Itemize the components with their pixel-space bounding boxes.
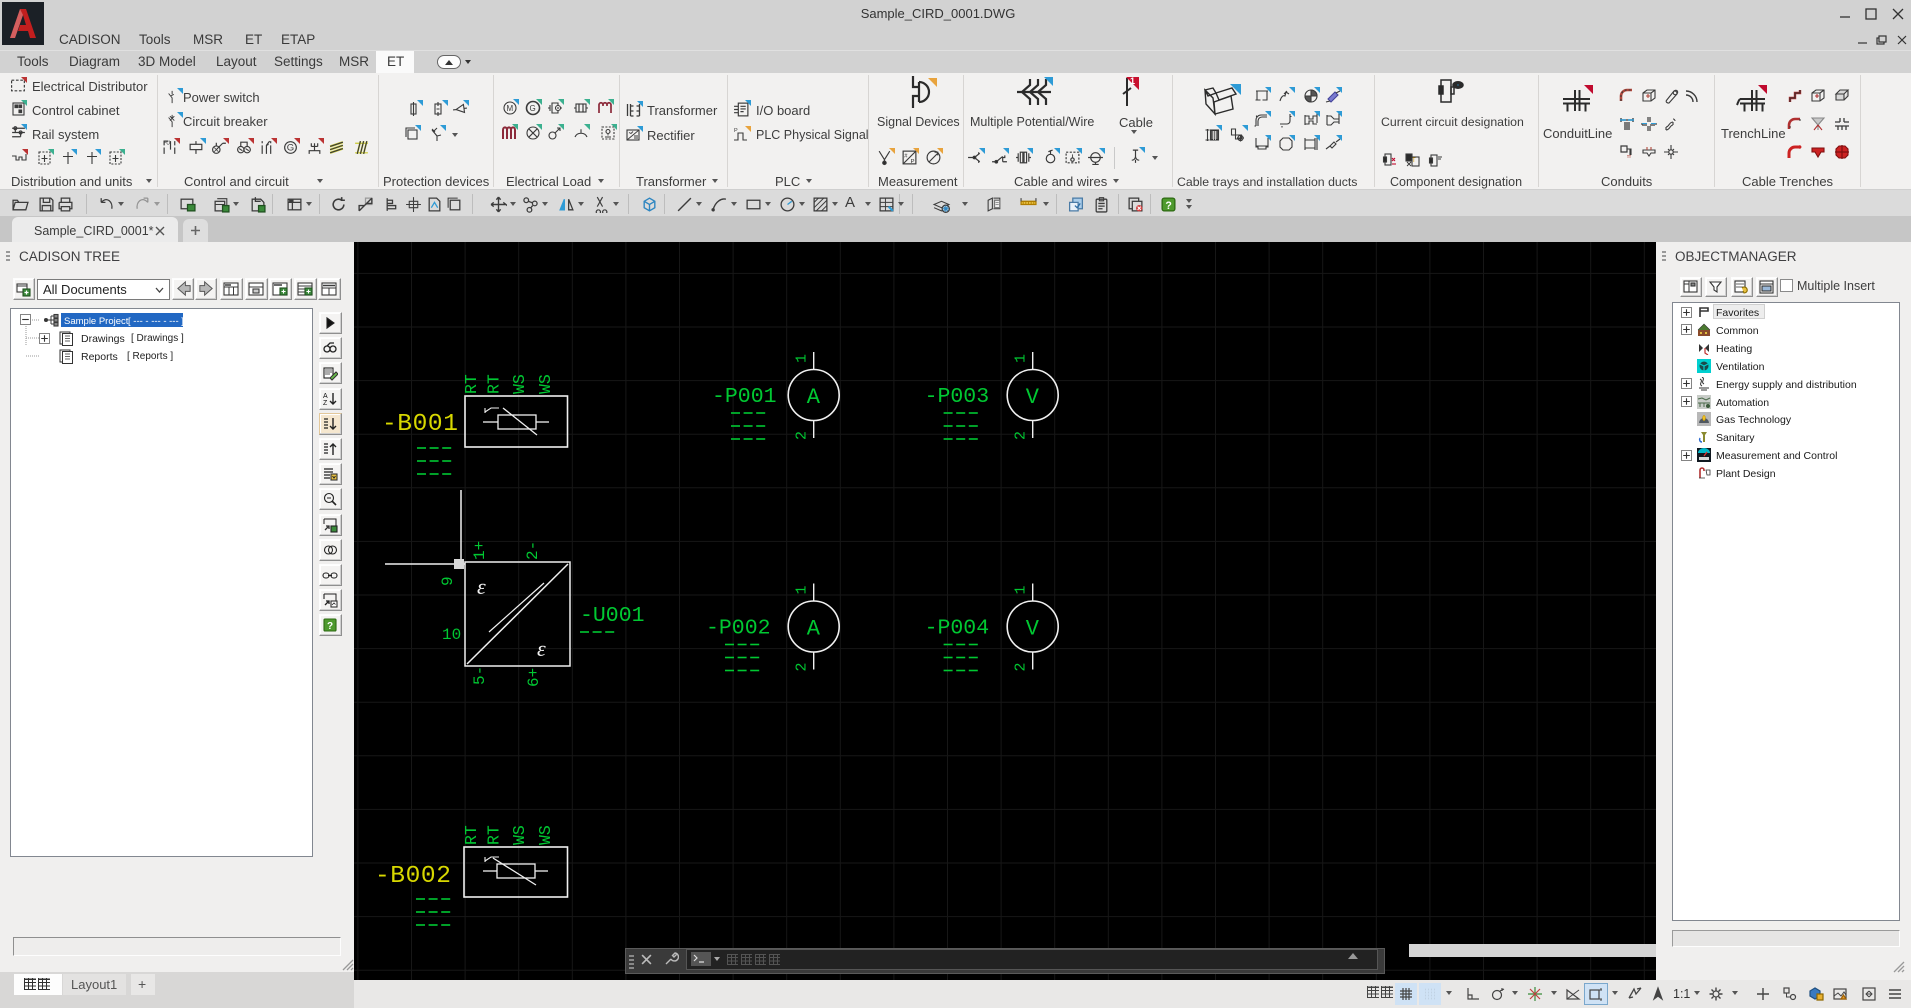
svg-text:-P001: -P001 [712, 385, 777, 409]
svg-text:T: T [1412, 158, 1416, 164]
svg-text:WS: WS [536, 374, 555, 394]
svg-text:RT: RT [462, 374, 481, 394]
svg-text:WS: WS [510, 825, 529, 845]
svg-text:P: P [734, 128, 738, 134]
svg-text:M: M [507, 104, 514, 113]
svg-text:10: 10 [442, 626, 461, 644]
svg-text:V: V [1026, 385, 1040, 410]
svg-text:-P002: -P002 [706, 617, 771, 641]
svg-text:G: G [287, 143, 294, 154]
svg-text:WS: WS [510, 374, 529, 394]
svg-text:P: P [911, 159, 915, 165]
svg-text:RT: RT [485, 825, 504, 845]
svg-text:-P003: -P003 [925, 385, 990, 409]
svg-text:RT: RT [485, 374, 504, 394]
svg-text:1: 1 [794, 585, 811, 594]
svg-text:A: A [323, 393, 328, 400]
svg-text:1: 1 [794, 354, 811, 363]
svg-text:?: ? [1165, 200, 1171, 212]
svg-text:A: A [807, 385, 821, 410]
svg-text:?: ? [327, 621, 333, 632]
svg-text:2: 2 [794, 431, 811, 440]
svg-text:1: 1 [1013, 354, 1030, 363]
svg-text:6+: 6+ [525, 668, 543, 687]
svg-text:-U001: -U001 [580, 604, 645, 628]
svg-text:Z: Z [323, 400, 328, 407]
svg-text:FU: FU [163, 140, 170, 146]
svg-text:-B001: -B001 [382, 411, 459, 438]
svg-text:9: 9 [439, 576, 457, 586]
svg-text:V: V [1026, 617, 1040, 642]
svg-text:G: G [530, 104, 536, 113]
svg-text:1: 1 [1013, 585, 1030, 594]
svg-text:ε: ε [537, 636, 546, 661]
svg-text:2: 2 [1013, 662, 1030, 671]
svg-text:A: A [807, 617, 821, 642]
svg-text:2: 2 [1013, 431, 1030, 440]
svg-text:-P004: -P004 [925, 617, 990, 641]
svg-text:ε: ε [477, 574, 486, 599]
svg-text:WS: WS [536, 825, 555, 845]
svg-text:1+: 1+ [471, 541, 489, 560]
svg-text:-B002: -B002 [375, 863, 452, 890]
svg-text:2-: 2- [524, 541, 542, 560]
svg-text:2: 2 [794, 662, 811, 671]
svg-text:5-: 5- [471, 666, 489, 685]
svg-text:RT: RT [462, 825, 481, 845]
